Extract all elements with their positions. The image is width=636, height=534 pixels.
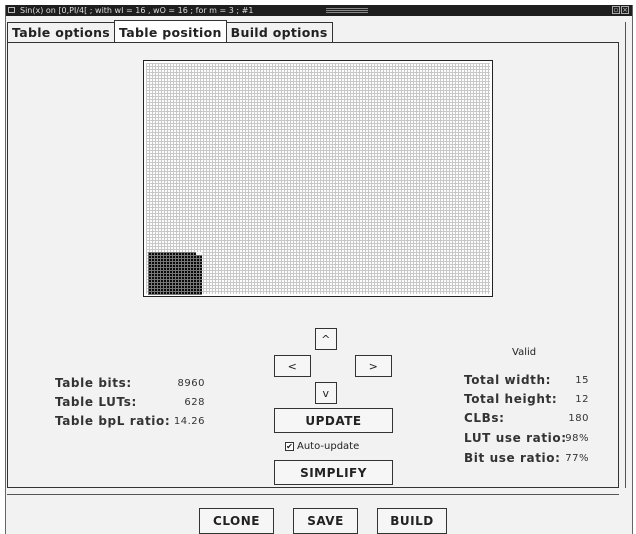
title-bar[interactable]: Sin(x) on [0,PI/4[ ; with wI = 16 , wO =… — [6, 5, 632, 16]
clbs-value: 180 — [568, 413, 589, 424]
panel-separator — [7, 494, 619, 495]
move-left-button[interactable]: < — [274, 355, 311, 377]
total-width-value: 15 — [575, 375, 589, 386]
minimize-icon[interactable]: ▫ — [612, 6, 620, 14]
move-right-button[interactable]: > — [355, 355, 392, 377]
table-luts-value: 628 — [184, 397, 205, 408]
tab-bar: Table options Table position Build optio… — [7, 20, 333, 42]
move-down-button[interactable]: v — [315, 382, 337, 404]
table-bpl-ratio-label: Table bpL ratio: — [55, 414, 171, 428]
panel-right-edge — [625, 22, 626, 488]
build-button[interactable]: BUILD — [377, 508, 447, 534]
status-label: Valid — [512, 347, 537, 358]
update-button[interactable]: UPDATE — [274, 408, 393, 433]
window-controls: ▫ × — [612, 6, 629, 14]
bit-use-ratio-label: Bit use ratio: — [464, 451, 561, 465]
tab-table-options[interactable]: Table options — [7, 22, 116, 42]
title-grip-icon — [326, 8, 368, 13]
move-up-button[interactable]: ^ — [315, 328, 337, 350]
table-luts-label: Table LUTs: — [55, 395, 137, 409]
checkbox-checked-icon[interactable]: ✔ — [285, 442, 294, 451]
total-height-value: 12 — [575, 394, 589, 405]
save-button[interactable]: SAVE — [293, 508, 358, 534]
auto-update-checkbox[interactable]: ✔ Auto-update — [285, 441, 359, 452]
bit-use-ratio-value: 77% — [565, 453, 589, 464]
table-bits-value: 8960 — [177, 378, 205, 389]
table-bpl-ratio-value: 14.26 — [173, 416, 205, 427]
simplify-button[interactable]: SIMPLIFY — [274, 460, 393, 485]
auto-update-label: Auto-update — [297, 441, 360, 452]
tab-table-position[interactable]: Table position — [114, 20, 227, 42]
close-icon[interactable]: × — [621, 6, 629, 14]
window-title: Sin(x) on [0,PI/4[ ; with wI = 16 , wO =… — [20, 6, 254, 15]
tab-build-options[interactable]: Build options — [225, 22, 333, 42]
total-height-label: Total height: — [464, 392, 558, 406]
lut-use-ratio-label: LUT use ratio: — [464, 431, 567, 445]
clbs-label: CLBs: — [464, 411, 505, 425]
total-width-label: Total width: — [464, 373, 552, 387]
lut-use-ratio-value: 98% — [565, 433, 589, 444]
table-bits-label: Table bits: — [55, 376, 132, 390]
clone-button[interactable]: CLONE — [199, 508, 274, 534]
window-menu-icon[interactable] — [8, 7, 15, 13]
table-placement-block[interactable] — [148, 252, 202, 295]
